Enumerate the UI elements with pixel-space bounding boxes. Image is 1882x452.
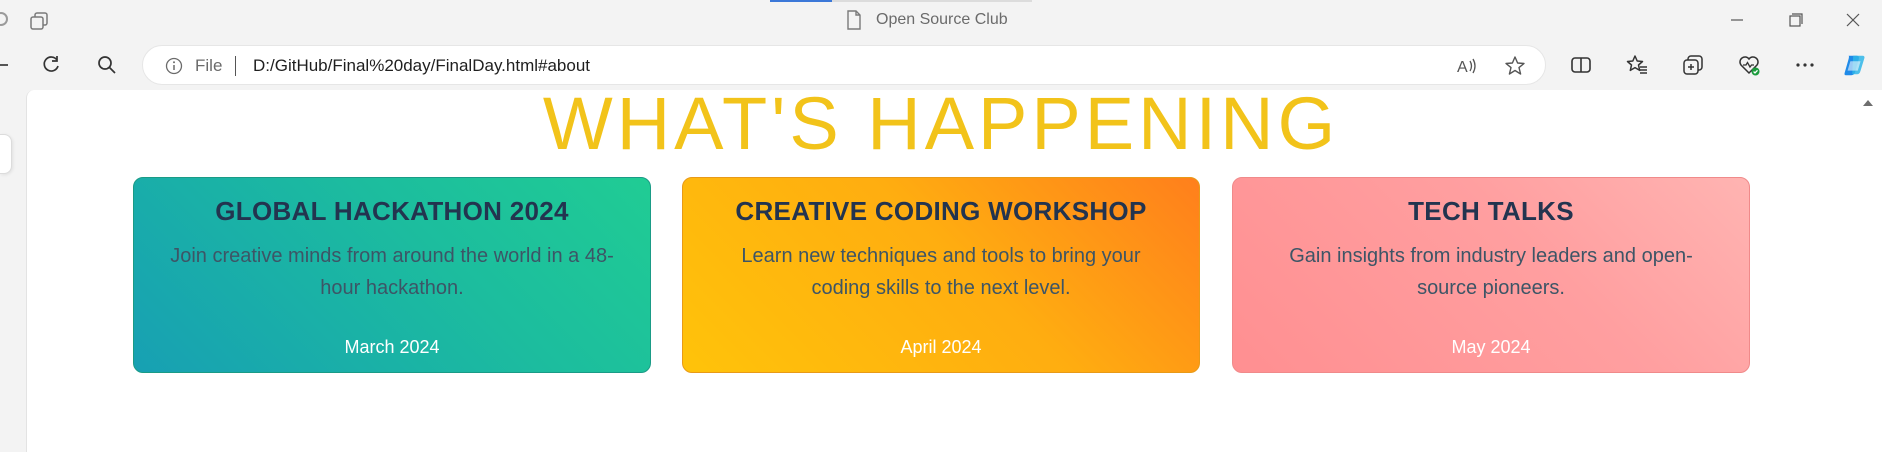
event-card-date: March 2024 [344,337,440,357]
address-bar[interactable]: File D:/GitHub/Final%20day/FinalDay.html… [142,45,1546,85]
event-card-hackathon[interactable]: GLOBAL HACKATHON 2024 Join creative mind… [133,177,651,373]
close-window-button[interactable] [1838,8,1868,32]
event-card-date: April 2024 [900,337,982,357]
event-card-title: CREATIVE CODING WORKSHOP [735,196,1147,226]
url-text[interactable]: D:/GitHub/Final%20day/FinalDay.html#abou… [253,56,590,76]
address-scheme-label: File [195,56,223,75]
copilot-icon[interactable] [1842,52,1868,78]
active-tab-indicator [770,0,832,2]
event-card-description: Gain insights from industry leaders and … [1289,245,1693,299]
collections-icon[interactable] [1680,52,1706,78]
profile-icon[interactable] [0,12,8,26]
svg-text:A: A [1457,59,1468,76]
favorites-icon[interactable] [1624,52,1650,78]
address-separator [235,56,236,76]
add-favorite-icon[interactable] [1503,54,1527,78]
event-card-tech-talks[interactable]: TECH TALKS Gain insights from industry l… [1232,177,1750,373]
tab-actions-icon[interactable] [28,10,50,32]
split-screen-icon[interactable] [1568,52,1594,78]
event-card-date: May 2024 [1451,337,1531,357]
section-headline: WHAT'S HAPPENING [542,82,1340,165]
minimize-button[interactable] [1722,8,1752,32]
event-card-workshop[interactable]: CREATIVE CODING WORKSHOP Learn new techn… [682,177,1200,373]
event-card-title: GLOBAL HACKATHON 2024 [215,196,569,226]
info-icon[interactable] [165,57,183,75]
browser-essentials-icon[interactable] [1736,52,1762,78]
event-card-description: Learn new techniques and tools to bring … [741,245,1141,299]
back-icon[interactable] [0,64,8,66]
event-card-title: TECH TALKS [1408,196,1574,226]
event-card-description: Join creative minds from around the worl… [170,245,614,299]
refresh-button[interactable] [38,52,64,78]
search-icon[interactable] [94,52,120,78]
window-title: Open Source Club [876,11,1008,28]
title-bar: Open Source Club [0,0,1882,40]
restore-button[interactable] [1780,8,1810,32]
read-aloud-icon[interactable]: A [1455,54,1479,78]
page-icon [846,10,862,30]
more-options-icon[interactable] [1792,52,1818,78]
